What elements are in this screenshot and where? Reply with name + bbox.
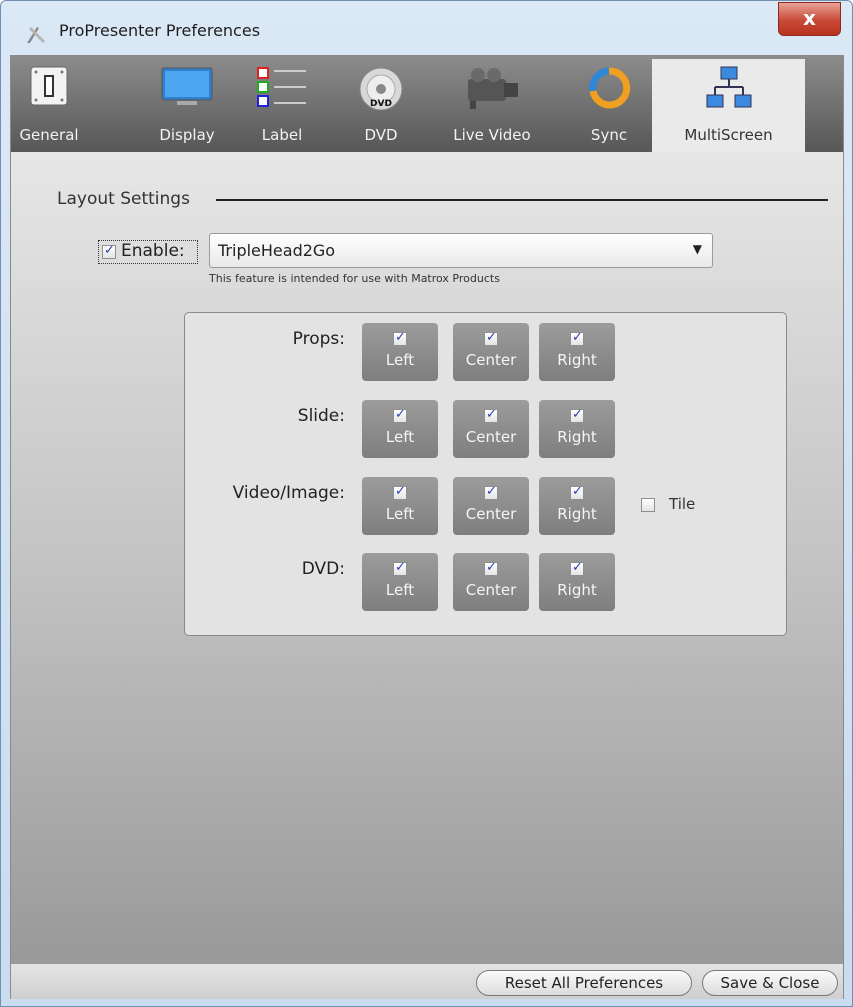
multiscreen-network-icon (706, 66, 751, 108)
propresenter-app-icon (27, 27, 45, 43)
checkbox-icon (641, 498, 655, 512)
close-button[interactable]: x (778, 2, 841, 36)
row-label-slide: Slide: (297, 406, 345, 426)
feature-hint: This feature is intended for use with Ma… (209, 272, 500, 285)
tab-dvd[interactable]: DVD DVD (351, 59, 411, 152)
toggle-label: Left (385, 351, 415, 369)
checkbox-icon: ✓ (484, 484, 498, 500)
checkbox-icon: ✓ (484, 407, 498, 423)
footer-bar: Reset All Preferences Save & Close (11, 963, 843, 999)
toggle-label: Left (385, 581, 415, 599)
checkbox-icon: ✓ (102, 243, 116, 259)
dvd-disc-icon: DVD (359, 67, 403, 111)
toggle-label: Right (557, 428, 597, 446)
checkbox-icon: ✓ (484, 560, 498, 576)
video-image-right-toggle[interactable]: ✓ Right (539, 477, 615, 535)
tab-sync[interactable]: Sync (579, 59, 639, 152)
tab-label: DVD (364, 126, 398, 144)
row-label-props: Props: (292, 329, 345, 349)
checkbox-icon: ✓ (393, 560, 407, 576)
tab-label: MultiScreen (684, 126, 773, 144)
tab-multiscreen[interactable]: MultiScreen (652, 59, 805, 152)
slide-left-toggle[interactable]: ✓ Left (362, 400, 438, 458)
toggle-label: Right (557, 351, 597, 369)
toggle-label: Left (385, 428, 415, 446)
props-right-toggle[interactable]: ✓ Right (539, 323, 615, 381)
title-bar: ProPresenter Preferences x (1, 1, 852, 53)
color-list-icon (257, 67, 306, 107)
dvd-center-toggle[interactable]: ✓ Center (453, 553, 529, 611)
row-label-dvd: DVD: (301, 559, 345, 579)
section-title: Layout Settings (57, 189, 190, 209)
tab-label: Display (159, 126, 215, 144)
enable-checkbox[interactable]: ✓ Enable: (98, 240, 198, 264)
tab-label: Sync (590, 126, 628, 144)
video-image-center-toggle[interactable]: ✓ Center (453, 477, 529, 535)
close-icon: x (803, 6, 816, 30)
svg-text:DVD: DVD (370, 99, 392, 109)
toggle-label: Center (465, 581, 517, 599)
checkbox-icon: ✓ (570, 560, 584, 576)
tab-live-video[interactable]: Live Video (442, 59, 542, 152)
toggle-label: Center (465, 428, 517, 446)
device-select-value: TripleHead2Go (218, 241, 336, 260)
toggle-label: Center (465, 351, 517, 369)
preferences-content: General Display Label DVD DVD Live Video… (10, 55, 844, 999)
props-left-toggle[interactable]: ✓ Left (362, 323, 438, 381)
toggle-label: Right (557, 505, 597, 523)
checkbox-icon: ✓ (570, 330, 584, 346)
checkbox-icon: ✓ (570, 407, 584, 423)
reset-all-preferences-button[interactable]: Reset All Preferences (476, 970, 692, 996)
save-and-close-button[interactable]: Save & Close (702, 970, 838, 996)
tab-label: Label (261, 126, 303, 144)
slide-right-toggle[interactable]: ✓ Right (539, 400, 615, 458)
window-title: ProPresenter Preferences (59, 21, 261, 40)
monitor-icon (161, 67, 213, 105)
checkbox-icon: ✓ (393, 330, 407, 346)
enable-label: Enable: (121, 241, 185, 261)
checkbox-icon: ✓ (570, 484, 584, 500)
device-select[interactable]: TripleHead2Go ▼ (209, 233, 713, 268)
checkbox-icon: ✓ (393, 484, 407, 500)
toggle-label: Center (465, 505, 517, 523)
video-camera-icon (468, 68, 518, 109)
row-label-video-image: Video/Image: (232, 483, 345, 503)
tab-label: General (19, 126, 79, 144)
preferences-window: ProPresenter Preferences x General Displ… (0, 0, 853, 1007)
dvd-right-toggle[interactable]: ✓ Right (539, 553, 615, 611)
chevron-down-icon: ▼ (692, 242, 702, 256)
tab-label-settings[interactable]: Label (247, 59, 317, 152)
toggle-label: Left (385, 505, 415, 523)
sync-icon (589, 67, 631, 109)
switch-icon (30, 66, 68, 106)
checkbox-icon: ✓ (393, 407, 407, 423)
checkbox-icon: ✓ (484, 330, 498, 346)
dvd-left-toggle[interactable]: ✓ Left (362, 553, 438, 611)
tab-label: Live Video (453, 126, 531, 144)
section-divider (216, 199, 828, 201)
props-center-toggle[interactable]: ✓ Center (453, 323, 529, 381)
preferences-tab-bar: General Display Label DVD DVD Live Video… (11, 56, 843, 152)
toggle-label: Right (557, 581, 597, 599)
tab-display[interactable]: Display (147, 59, 227, 152)
tab-general[interactable]: General (11, 59, 87, 152)
slide-center-toggle[interactable]: ✓ Center (453, 400, 529, 458)
video-image-left-toggle[interactable]: ✓ Left (362, 477, 438, 535)
tile-label: Tile (669, 495, 696, 513)
